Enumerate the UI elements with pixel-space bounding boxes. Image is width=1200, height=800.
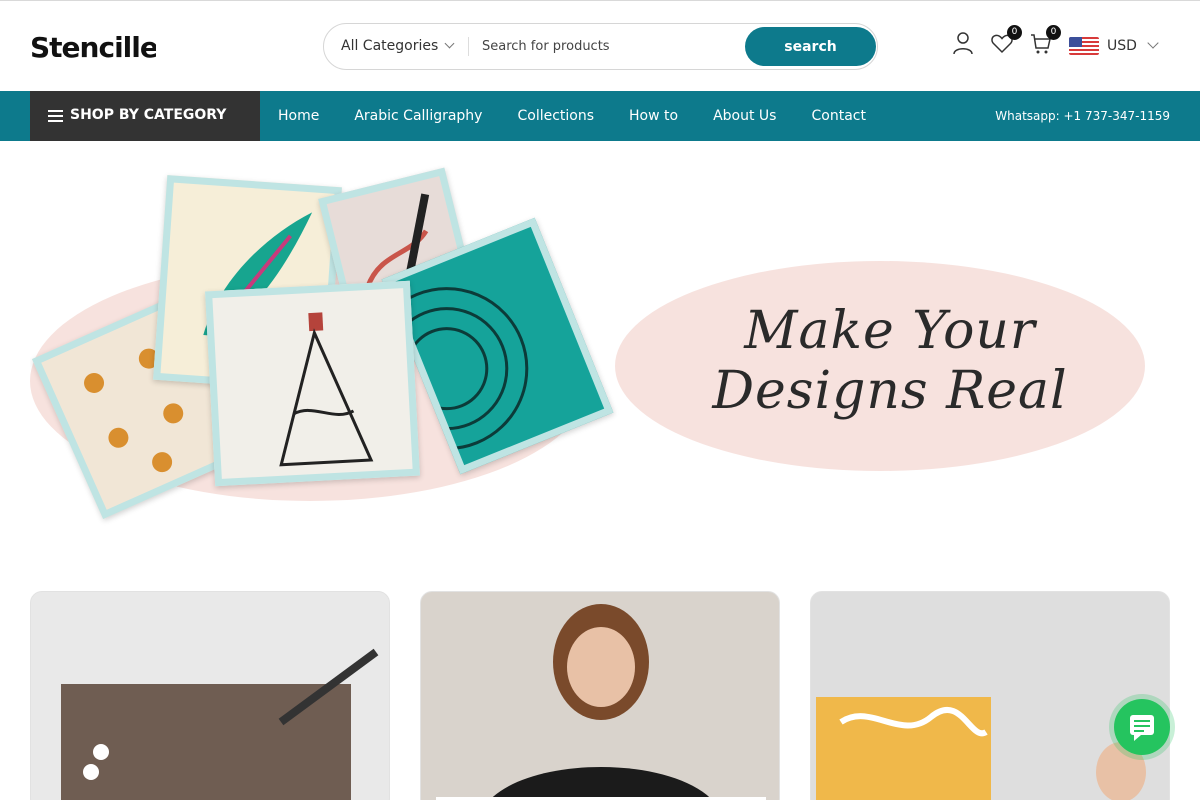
nav-link-how-to[interactable]: How to bbox=[629, 91, 678, 141]
category-select-label: All Categories bbox=[341, 38, 439, 54]
search-divider bbox=[468, 37, 469, 56]
category-tile-1-image bbox=[61, 648, 379, 800]
hero-headline-line1: Make Your bbox=[744, 301, 1036, 361]
shop-by-category-label: SHOP BY CATEGORY bbox=[70, 107, 227, 123]
svg-text:Stencilles: Stencilles bbox=[30, 31, 156, 63]
hamburger-icon bbox=[48, 110, 63, 122]
nav-link-arabic-calligraphy[interactable]: Arabic Calligraphy bbox=[354, 91, 482, 141]
category-tile-2-image bbox=[436, 604, 766, 800]
nav-link-contact[interactable]: Contact bbox=[811, 91, 865, 141]
wishlist-button[interactable]: 0 bbox=[990, 25, 1022, 57]
us-flag-icon bbox=[1069, 37, 1099, 55]
site-logo[interactable]: Stencilles bbox=[30, 29, 175, 71]
chevron-down-icon bbox=[1147, 37, 1159, 49]
nav-links: Home Arabic Calligraphy Collections How … bbox=[278, 91, 901, 141]
hero-stencil-card-dervish bbox=[205, 280, 420, 487]
site-header: Stencilles All Categories search 0 0 bbox=[0, 0, 1200, 91]
nav-link-home[interactable]: Home bbox=[278, 91, 319, 141]
category-tile-1[interactable] bbox=[30, 591, 390, 800]
search-button[interactable]: search bbox=[745, 27, 876, 66]
category-select[interactable]: All Categories bbox=[341, 24, 455, 69]
category-tile-3-image bbox=[816, 697, 1146, 800]
search-bar: All Categories search bbox=[323, 23, 878, 70]
cart-count-badge: 0 bbox=[1046, 25, 1061, 40]
currency-selector[interactable]: USD bbox=[1069, 36, 1159, 56]
cart-button[interactable]: 0 bbox=[1029, 25, 1061, 57]
category-tile-3[interactable] bbox=[810, 591, 1170, 800]
search-input[interactable] bbox=[482, 24, 742, 69]
whatsapp-contact[interactable]: Whatsapp: +1 737-347-1159 bbox=[995, 91, 1170, 141]
nav-link-collections[interactable]: Collections bbox=[517, 91, 594, 141]
account-button[interactable] bbox=[951, 31, 977, 57]
shop-by-category-button[interactable]: SHOP BY CATEGORY bbox=[30, 91, 260, 141]
user-icon bbox=[953, 32, 973, 55]
currency-label: USD bbox=[1107, 38, 1137, 54]
chevron-down-icon bbox=[444, 38, 455, 49]
nav-link-about-us[interactable]: About Us bbox=[713, 91, 776, 141]
chat-button[interactable] bbox=[1114, 699, 1170, 755]
wishlist-count-badge: 0 bbox=[1007, 25, 1022, 40]
hero-headline-line2: Designs Real bbox=[712, 361, 1068, 421]
chat-icon bbox=[1130, 715, 1154, 741]
logo-wordmark: Stencilles bbox=[30, 31, 175, 64]
hero-banner[interactable]: Make Your Designs Real bbox=[30, 141, 1170, 561]
main-navigation: SHOP BY CATEGORY Home Arabic Calligraphy… bbox=[0, 91, 1200, 141]
category-tile-2[interactable] bbox=[420, 591, 780, 800]
hero-headline: Make Your Designs Real bbox=[670, 301, 1110, 421]
